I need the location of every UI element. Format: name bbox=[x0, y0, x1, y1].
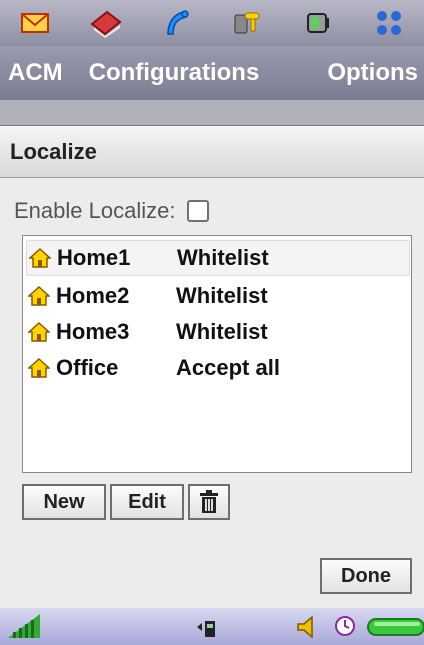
new-button[interactable]: New bbox=[22, 484, 106, 520]
divider-strip bbox=[0, 100, 424, 126]
main-content: Enable Localize: Home1 Whitelist Home2 W… bbox=[0, 178, 424, 608]
list-item[interactable]: Home3 Whitelist bbox=[26, 314, 410, 350]
phone-icon[interactable] bbox=[157, 5, 197, 41]
book-icon[interactable] bbox=[86, 5, 126, 41]
title-bar: Localize bbox=[0, 126, 424, 178]
list-item[interactable]: Home2 Whitelist bbox=[26, 278, 410, 314]
location-name: Home2 bbox=[56, 283, 130, 308]
location-list[interactable]: Home1 Whitelist Home2 Whitelist Home3 Wh… bbox=[22, 235, 412, 473]
location-policy: Whitelist bbox=[177, 245, 269, 270]
app-toolbar bbox=[0, 0, 424, 46]
status-bar bbox=[0, 608, 424, 645]
tools-icon[interactable] bbox=[227, 5, 267, 41]
page-title: Localize bbox=[10, 138, 97, 164]
menu-options[interactable]: Options bbox=[327, 59, 418, 87]
enable-localize-label: Enable Localize: bbox=[14, 198, 176, 223]
home-icon bbox=[28, 285, 50, 306]
home-icon bbox=[28, 321, 50, 342]
menu-acm[interactable]: ACM bbox=[8, 59, 63, 87]
list-item[interactable]: Office Accept all bbox=[26, 350, 410, 386]
mail-icon[interactable] bbox=[15, 5, 55, 41]
location-name: Home3 bbox=[56, 319, 130, 344]
signal-icon bbox=[8, 614, 40, 638]
location-name: Home1 bbox=[57, 245, 131, 270]
apps-grid-icon[interactable] bbox=[369, 5, 409, 41]
home-icon bbox=[28, 357, 50, 378]
phone-screen: ACM Configurations Options Localize Enab… bbox=[0, 0, 424, 645]
location-policy: Whitelist bbox=[176, 319, 268, 344]
location-policy: Accept all bbox=[176, 355, 280, 380]
list-item[interactable]: Home1 Whitelist bbox=[26, 240, 410, 276]
device-icon[interactable] bbox=[298, 5, 338, 41]
alarm-clock-icon bbox=[335, 616, 355, 636]
home-icon bbox=[29, 247, 51, 268]
battery-icon bbox=[367, 618, 424, 636]
menu-bar: ACM Configurations Options bbox=[0, 46, 424, 100]
menu-configurations[interactable]: Configurations bbox=[89, 59, 260, 87]
enable-row: Enable Localize: bbox=[14, 198, 210, 224]
location-name: Office bbox=[56, 355, 119, 380]
volume-icon bbox=[297, 615, 313, 639]
delete-button[interactable] bbox=[188, 484, 230, 520]
done-button[interactable]: Done bbox=[320, 558, 412, 594]
data-transfer-icon bbox=[197, 621, 215, 637]
trash-icon bbox=[200, 490, 218, 513]
enable-localize-checkbox[interactable] bbox=[187, 200, 210, 222]
location-policy: Whitelist bbox=[176, 283, 268, 308]
edit-button[interactable]: Edit bbox=[110, 484, 184, 520]
